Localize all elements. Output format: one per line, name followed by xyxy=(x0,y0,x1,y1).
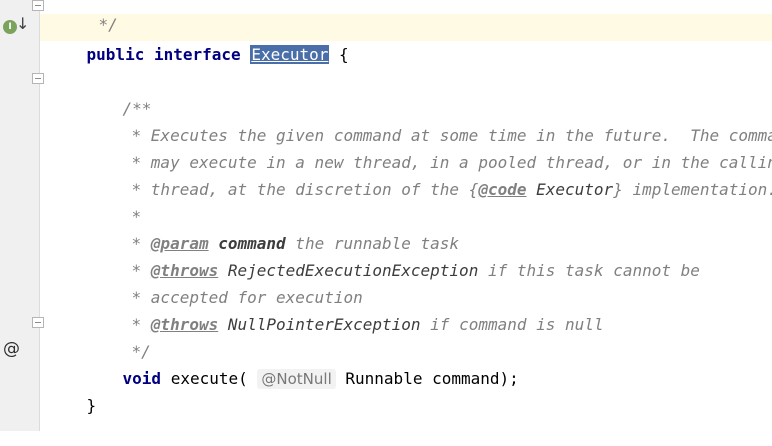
keyword-interface: interface xyxy=(153,45,241,64)
javadoc-exception-ref[interactable]: NullPointerException xyxy=(218,315,421,334)
javadoc-line-1: * Executes the given command at some tim… xyxy=(93,95,772,145)
javadoc-line-7: * accepted for execution xyxy=(93,257,363,307)
code-line-interface-decl[interactable]: public interface Executor { xyxy=(48,14,349,64)
closing-brace: } xyxy=(86,396,97,415)
javadoc-text: * thread, at the discretion of the { xyxy=(131,180,479,199)
javadoc-tag-code[interactable]: @code xyxy=(478,180,526,199)
code-editor[interactable]: */ public interface Executor { /** * Exe… xyxy=(0,0,772,431)
code-line-method-decl[interactable]: void execute( @NotNull Runnable command)… xyxy=(84,338,519,389)
javadoc-line-throws-1: * @throws RejectedExecutionException if … xyxy=(93,230,700,280)
javadoc-line-4: * xyxy=(93,176,142,226)
keyword-void: void xyxy=(122,369,162,388)
code-line-closing-brace: } xyxy=(48,365,97,415)
keyword-public: public xyxy=(86,45,145,64)
javadoc-open: /** xyxy=(84,68,152,118)
method-parameters[interactable]: Runnable command); xyxy=(345,369,518,388)
javadoc-text: if this task cannot be xyxy=(478,261,700,280)
javadoc-text: } implementation. xyxy=(613,180,772,199)
javadoc-line-throws-2: * @throws NullPointerException if comman… xyxy=(93,284,604,334)
code-line-prev-comment-end: */ xyxy=(60,0,118,34)
javadoc-line-2: * may execute in a new thread, in a pool… xyxy=(93,122,772,172)
open-brace: { xyxy=(339,45,349,64)
inlay-hint-notnull[interactable]: @NotNull xyxy=(257,369,336,389)
method-signature[interactable]: execute( xyxy=(161,369,248,388)
javadoc-code-ref: Executor xyxy=(526,180,614,199)
javadoc-close: */ xyxy=(93,311,151,361)
javadoc-text: if command is null xyxy=(420,315,604,334)
javadoc-line-3: * thread, at the discretion of the {@cod… xyxy=(93,149,772,199)
javadoc-line-param: * @param command the runnable task xyxy=(93,203,460,253)
javadoc-tag-throws[interactable]: @throws xyxy=(151,315,218,334)
selected-identifier-executor[interactable]: Executor xyxy=(250,45,330,64)
